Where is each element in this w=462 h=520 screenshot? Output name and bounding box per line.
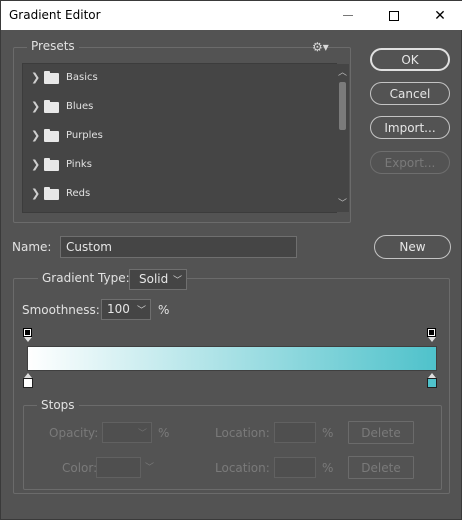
gradient-type-value: Solid: [139, 272, 169, 286]
delete-opacity-stop-button[interactable]: Delete: [348, 421, 414, 444]
chevron-down-icon[interactable]: ﹀: [338, 196, 347, 209]
preset-folder-label: Pinks: [66, 159, 92, 170]
import-button[interactable]: Import...: [370, 116, 450, 139]
presets-label: Presets: [27, 39, 79, 53]
stop-pointer-icon: [428, 337, 436, 342]
opacity-location-label: Location:: [215, 426, 270, 440]
name-label: Name:: [12, 240, 52, 254]
gradient-type-select[interactable]: Solid ﹀: [129, 269, 187, 290]
opacity-select[interactable]: ﹀: [102, 422, 152, 443]
opacity-stop-end[interactable]: [427, 328, 436, 343]
gear-icon[interactable]: ⚙▾: [312, 40, 329, 54]
title-bar: Gradient Editor ✕: [1, 1, 462, 30]
gradient-type-label: Gradient Type:: [38, 271, 134, 285]
gradient-preview-bar[interactable]: [27, 346, 437, 371]
color-location-input[interactable]: [274, 457, 316, 478]
scrollbar-thumb[interactable]: [339, 82, 346, 130]
preset-folder-label: Blues: [66, 101, 94, 112]
chevron-right-icon[interactable]: ❯: [31, 187, 40, 200]
smoothness-select[interactable]: 100 ﹀: [101, 299, 151, 320]
folder-icon: [44, 158, 59, 171]
chevron-down-icon[interactable]: ﹀: [145, 460, 154, 473]
opacity-location-unit: %: [322, 426, 334, 440]
color-location-unit: %: [322, 461, 334, 475]
smoothness-value: 100: [107, 302, 130, 316]
color-stop-start[interactable]: [23, 373, 33, 389]
chevron-right-icon[interactable]: ❯: [31, 100, 40, 113]
preset-folder-basics[interactable]: ❯ Basics: [23, 64, 335, 93]
color-location-label: Location:: [215, 461, 270, 475]
stops-label: Stops: [37, 398, 79, 412]
color-swatch-input[interactable]: [96, 457, 141, 478]
preset-folder-reds[interactable]: ❯ Reds: [23, 180, 335, 209]
presets-list: ❯ Basics ❯ Blues ❯ Purples ❯ Pinks ❯ Red…: [22, 63, 337, 213]
chevron-right-icon[interactable]: ❯: [31, 158, 40, 171]
folder-icon: [44, 71, 59, 84]
minimize-icon: [343, 15, 353, 16]
maximize-button[interactable]: [371, 1, 417, 30]
opacity-location-input[interactable]: [274, 422, 316, 443]
delete-color-stop-button[interactable]: Delete: [348, 456, 414, 479]
chevron-down-icon: ﹀: [172, 276, 182, 286]
smoothness-label: Smoothness:: [22, 303, 100, 317]
chevron-right-icon[interactable]: ❯: [31, 71, 40, 84]
window-title: Gradient Editor: [9, 8, 101, 22]
minimize-button[interactable]: [325, 1, 371, 30]
opacity-stop-icon: [427, 328, 436, 337]
preset-folder-label: Purples: [66, 130, 103, 141]
new-button[interactable]: New: [374, 235, 451, 259]
export-button[interactable]: Export...: [370, 151, 450, 174]
preset-folder-label: Reds: [66, 188, 91, 199]
close-button[interactable]: ✕: [417, 1, 462, 30]
color-stop-swatch: [427, 378, 437, 388]
folder-icon: [44, 100, 59, 113]
presets-scrollbar[interactable]: ︿ ﹀: [336, 64, 349, 212]
stop-pointer-icon: [24, 337, 32, 342]
folder-icon: [44, 187, 59, 200]
opacity-unit: %: [158, 426, 170, 440]
chevron-down-icon: ﹀: [136, 306, 146, 316]
preset-folder-label: Basics: [66, 72, 98, 83]
chevron-up-icon[interactable]: ︿: [338, 65, 347, 78]
gradient-editor-dialog: Gradient Editor ✕ Presets ⚙▾ ❯ Basics ❯ …: [0, 0, 462, 520]
name-input[interactable]: Custom: [60, 236, 297, 258]
opacity-label: Opacity:: [49, 426, 99, 440]
ok-button[interactable]: OK: [370, 48, 450, 71]
smoothness-unit: %: [158, 303, 170, 317]
preset-folder-pinks[interactable]: ❯ Pinks: [23, 151, 335, 180]
opacity-stop-start[interactable]: [23, 328, 32, 343]
close-icon: ✕: [434, 7, 446, 24]
color-label: Color:: [62, 461, 98, 475]
color-stop-end[interactable]: [427, 373, 437, 389]
maximize-icon: [389, 10, 399, 21]
cancel-button[interactable]: Cancel: [370, 82, 450, 105]
preset-folder-purples[interactable]: ❯ Purples: [23, 122, 335, 151]
chevron-right-icon[interactable]: ❯: [31, 129, 40, 142]
preset-folder-blues[interactable]: ❯ Blues: [23, 93, 335, 122]
chevron-down-icon: ﹀: [137, 429, 147, 439]
color-stop-swatch: [23, 378, 33, 388]
folder-icon: [44, 129, 59, 142]
opacity-stop-icon: [23, 328, 32, 337]
